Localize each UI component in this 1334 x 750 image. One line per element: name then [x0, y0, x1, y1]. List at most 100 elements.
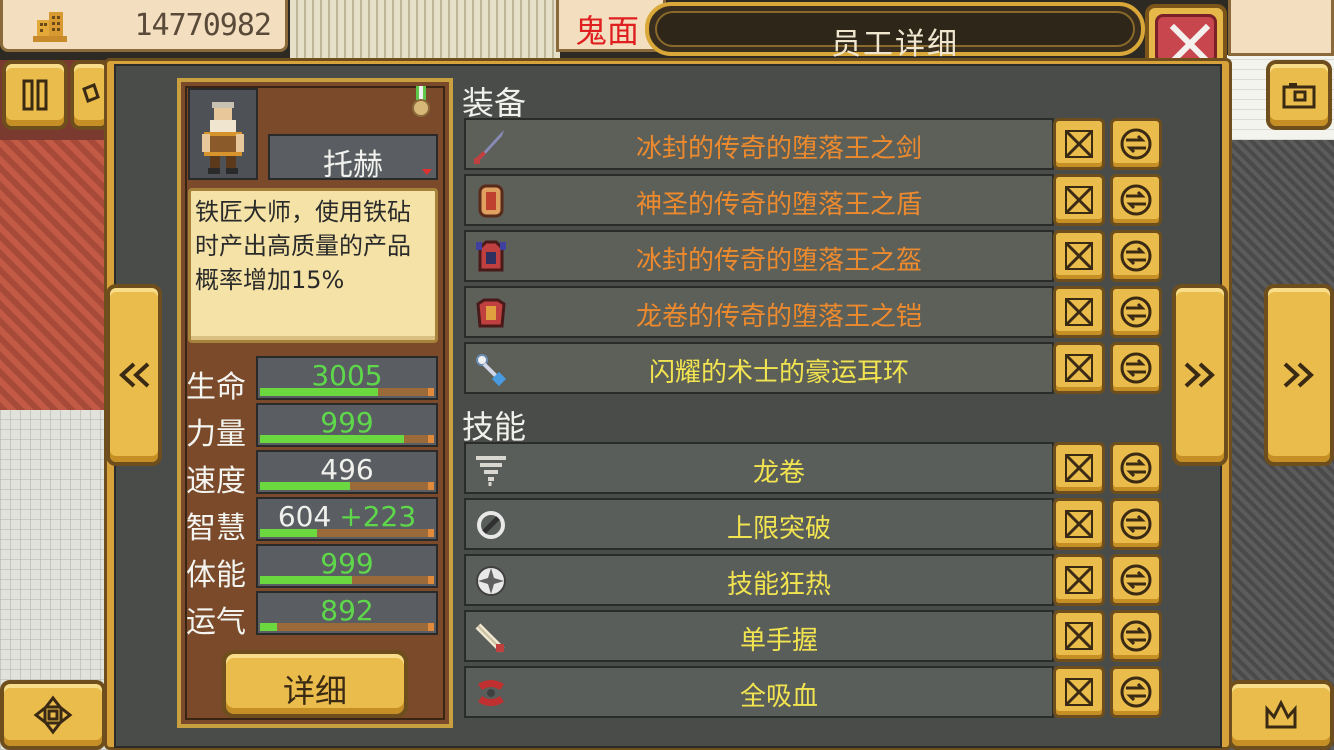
employee-description-box: 铁匠大师，使用铁砧时产出高质量的产品概率增加15% — [188, 188, 438, 343]
equipment-row[interactable]: 冰封的传奇的堕落王之剑 — [464, 118, 1054, 170]
detail-button[interactable]: 详细 — [222, 650, 408, 718]
double-chevron-right-icon — [1283, 362, 1314, 388]
equipment-swap-button[interactable] — [1110, 230, 1162, 282]
money-amount: 14770982 — [134, 8, 272, 43]
unequip-x-icon — [1065, 510, 1093, 538]
sword-icon — [474, 130, 504, 164]
stat-label: 生命 — [186, 370, 246, 405]
skill-fever-icon — [476, 566, 506, 596]
skill-row[interactable]: 全吸血 — [464, 666, 1054, 718]
map-icon — [82, 83, 100, 103]
unequip-x-icon — [1065, 298, 1093, 326]
pause-button[interactable] — [2, 60, 68, 130]
next-employee-button[interactable] — [1172, 284, 1228, 466]
scene-brick-floor — [0, 140, 110, 410]
employee-description: 铁匠大师，使用铁砧时产出高质量的产品概率增加15% — [195, 198, 411, 294]
stat-bar: 496 — [256, 450, 438, 494]
stat-progress-track — [260, 623, 434, 631]
employee-name-plate: 托赫 — [268, 134, 438, 183]
armor-icon — [476, 298, 506, 328]
next-employee-far-button[interactable] — [1264, 284, 1334, 466]
camera-button[interactable] — [1266, 60, 1332, 130]
stat-label: 智慧 — [186, 511, 246, 546]
lifesteal-icon — [478, 680, 504, 706]
camera-icon — [1282, 83, 1316, 109]
blacksmith-avatar-icon — [202, 102, 244, 174]
equipment-remove-button[interactable] — [1053, 342, 1105, 394]
money-display: 14770982 — [0, 0, 288, 52]
equipment-swap-button[interactable] — [1110, 342, 1162, 394]
equipment-remove-button[interactable] — [1053, 230, 1105, 282]
unequip-x-icon — [1065, 678, 1093, 706]
stat-bar: 604 +223 — [256, 497, 438, 541]
skill-remove-button[interactable] — [1053, 666, 1105, 718]
swap-icon — [1120, 564, 1152, 596]
stat-progress-fill — [260, 435, 405, 443]
equipment-swap-button[interactable] — [1110, 118, 1162, 170]
equipment-remove-button[interactable] — [1053, 174, 1105, 226]
double-chevron-left-icon — [119, 362, 150, 388]
one-hand-grip-icon — [475, 623, 505, 653]
stat-progress-fill — [260, 388, 379, 396]
stat-bar: 999 — [256, 403, 438, 447]
stat-progress-fill — [260, 623, 278, 631]
skill-row[interactable]: 龙卷 — [464, 442, 1054, 494]
pause-icon — [22, 79, 48, 111]
equipment-swap-button[interactable] — [1110, 174, 1162, 226]
skill-row[interactable]: 技能狂热 — [464, 554, 1054, 606]
top-right-panel — [1228, 0, 1334, 56]
stat-progress-cap — [428, 576, 434, 584]
stat-progress-track — [260, 435, 434, 443]
equipment-remove-button[interactable] — [1053, 286, 1105, 338]
employee-portrait — [188, 88, 258, 180]
previous-employee-button[interactable] — [106, 284, 162, 466]
skill-swap-button[interactable] — [1110, 498, 1162, 550]
equipment-name: 冰封的传奇的堕落王之盔 — [635, 246, 922, 276]
stat-progress-cap — [428, 388, 434, 396]
equipment-row[interactable]: 闪耀的术士的豪运耳环 — [464, 342, 1054, 394]
swap-icon — [1120, 184, 1152, 216]
equipment-name: 神圣的传奇的堕落王之盾 — [635, 190, 922, 220]
medal-icon — [412, 86, 430, 117]
swap-icon — [1120, 676, 1152, 708]
double-chevron-right-icon — [1184, 362, 1215, 388]
skill-row[interactable]: 单手握 — [464, 610, 1054, 662]
crown-button[interactable] — [1228, 680, 1334, 750]
skill-swap-button[interactable] — [1110, 554, 1162, 606]
skill-remove-button[interactable] — [1053, 610, 1105, 662]
skill-name: 龙卷 — [752, 458, 805, 488]
skill-remove-button[interactable] — [1053, 554, 1105, 606]
equipment-name: 龙卷的传奇的堕落王之铠 — [635, 302, 922, 332]
helmet-icon — [476, 240, 506, 272]
equipment-row[interactable]: 冰封的传奇的堕落王之盔 — [464, 230, 1054, 282]
equipment-row[interactable]: 龙卷的传奇的堕落王之铠 — [464, 286, 1054, 338]
equipment-remove-button[interactable] — [1053, 118, 1105, 170]
swap-icon — [1120, 352, 1152, 384]
swap-icon — [1120, 240, 1152, 272]
equipment-swap-button[interactable] — [1110, 286, 1162, 338]
stat-progress-fill — [260, 482, 351, 490]
skill-row[interactable]: 上限突破 — [464, 498, 1054, 550]
skill-swap-button[interactable] — [1110, 666, 1162, 718]
stat-bar: 892 — [256, 591, 438, 635]
equipment-name: 闪耀的术士的豪运耳环 — [648, 358, 909, 388]
unequip-x-icon — [1065, 242, 1093, 270]
skill-name: 单手握 — [739, 626, 818, 656]
stat-progress-fill — [260, 529, 318, 537]
employee-name: 托赫 — [323, 148, 383, 183]
equipment-row[interactable]: 神圣的传奇的堕落王之盾 — [464, 174, 1054, 226]
window-title-bar: 员工详细 — [645, 2, 1145, 62]
skill-remove-button[interactable] — [1053, 442, 1105, 494]
stat-progress-track — [260, 529, 434, 537]
unequip-x-icon — [1065, 354, 1093, 382]
skill-swap-button[interactable] — [1110, 442, 1162, 494]
detail-button-label: 详细 — [282, 672, 347, 710]
shield-icon — [478, 184, 504, 218]
swap-icon — [1120, 620, 1152, 652]
skill-remove-button[interactable] — [1053, 498, 1105, 550]
skill-swap-button[interactable] — [1110, 610, 1162, 662]
stat-bar: 999 — [256, 544, 438, 588]
window-title: 员工详细 — [831, 27, 959, 62]
move-button[interactable] — [0, 680, 106, 750]
stat-label: 体能 — [186, 558, 246, 593]
